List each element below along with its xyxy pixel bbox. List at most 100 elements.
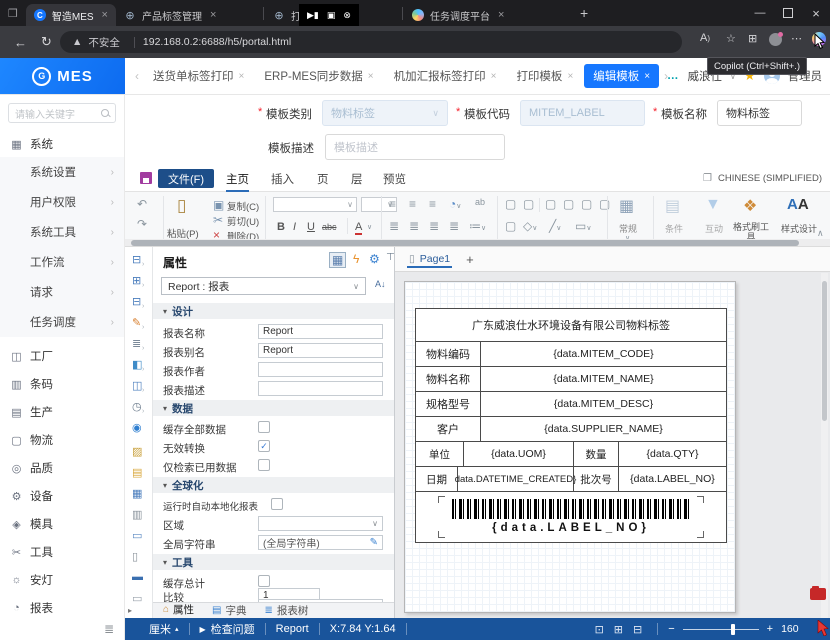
app-logo[interactable]: G MES	[0, 58, 125, 94]
mute-icon[interactable]: ⊗	[343, 10, 351, 21]
browser-profile-avatar[interactable]	[769, 33, 782, 46]
section-design[interactable]: ▾设计	[153, 303, 394, 319]
align-bottom-icon[interactable]: ≡	[429, 197, 436, 211]
global-strings-input[interactable]: (全局字符串)✎	[258, 535, 383, 550]
label-row-date-batch[interactable]: 日期 data.DATETIME_CREATED} 批次号 {data.LABE…	[416, 466, 726, 491]
tab-close-icon[interactable]: ×	[491, 71, 497, 82]
zoom-slider-thumb[interactable]	[731, 624, 735, 635]
retrieve-only-checkbox[interactable]	[258, 459, 270, 471]
cache-all-data-checkbox[interactable]	[258, 421, 270, 433]
section-tools[interactable]: ▾工具	[153, 554, 394, 570]
component-selector[interactable]: Report : 报表 ∨	[161, 277, 366, 295]
sidebar-item-production[interactable]: ▤生产	[0, 399, 124, 425]
ribbon-collapse-icon[interactable]: ∧	[817, 228, 824, 239]
tab-close-icon[interactable]: ×	[368, 71, 374, 82]
style-design-label[interactable]: 样式设计	[777, 224, 821, 234]
barcode-component[interactable]: {data.LABEL_NO}	[416, 491, 726, 542]
sidebar-item-factory[interactable]: ◫工厂	[0, 343, 124, 369]
label-row-unit-qty[interactable]: 单位 {data.UOM} 数量 {data.QTY}	[416, 441, 726, 466]
toolbox-gauge-icon[interactable]: ◷›	[132, 400, 142, 413]
chevron-down-icon[interactable]: ∨	[367, 223, 372, 231]
interaction-icon[interactable]: ▼	[705, 196, 721, 214]
border-all-icon[interactable]: ▢	[523, 197, 534, 211]
recorder-panel-icon[interactable]	[810, 586, 826, 600]
skip-media-icon[interactable]: ▶▮	[307, 10, 319, 21]
sidebar-item-quality[interactable]: ◎品质	[0, 455, 124, 481]
view-mode-continuous-icon[interactable]: ⊞	[614, 623, 623, 636]
gear-icon[interactable]: ⚙	[369, 252, 380, 266]
interaction-label[interactable]: 互动	[697, 224, 731, 234]
sidebar-item-andon[interactable]: ☼安灯	[0, 567, 124, 593]
collections-icon[interactable]: ⊞	[748, 32, 757, 45]
undo-icon[interactable]: ↶	[137, 197, 147, 211]
sidebar-item-logistics[interactable]: ▢物流	[0, 427, 124, 453]
align-center-icon[interactable]: ≣	[409, 219, 419, 233]
tab-dictionary[interactable]: ▤字典	[212, 603, 246, 618]
label-title[interactable]: 广东威浪仕水环境设备有限公司物料标签	[416, 309, 726, 341]
refresh-icon[interactable]: ↻	[41, 34, 52, 50]
more-menu-icon[interactable]: …	[667, 70, 680, 82]
toolbox-shape-icon[interactable]: ◧›	[132, 358, 142, 371]
sidebar-group-system[interactable]: ▦ 系统	[0, 131, 124, 157]
align-middle-icon[interactable]: ≡	[409, 197, 416, 211]
section-globalization[interactable]: ▾全球化	[153, 477, 394, 493]
toolbox-panel-icon[interactable]: ▯	[132, 550, 138, 563]
settings-menu-icon[interactable]: ⋯	[791, 32, 802, 45]
tab-insert[interactable]: 插入	[271, 171, 294, 187]
sidebar-item-user-permission[interactable]: 用户权限›	[0, 187, 124, 217]
zoom-in-button[interactable]: +	[767, 623, 773, 635]
label-row-item-name[interactable]: 物料名称 {data.MITEM_NAME}	[416, 366, 726, 391]
rotate-text-icon[interactable]: ◔∨	[449, 197, 461, 211]
strikethrough-button[interactable]: abc	[322, 222, 337, 232]
bold-button[interactable]: B	[277, 221, 285, 233]
pip-icon[interactable]: ▣	[327, 10, 336, 21]
recorder-cursor-icon[interactable]	[817, 620, 830, 636]
file-menu-button[interactable]: 文件(F)	[158, 169, 214, 188]
canvas-vscrollbar-thumb[interactable]	[822, 281, 827, 421]
zoom-slider[interactable]	[683, 629, 759, 630]
read-aloud-icon[interactable]: A)	[700, 32, 710, 44]
toolbox-panel-icon[interactable]: ▭	[132, 529, 142, 542]
browser-tab-mes[interactable]: C 智造MES ×	[26, 4, 116, 26]
toolbox-band-icon[interactable]: ⊟›	[132, 253, 141, 266]
style-design-icon[interactable]: AA	[787, 196, 809, 213]
toolbox-band-icon[interactable]: ▥	[132, 508, 142, 521]
portal-tab-edit-template[interactable]: 编辑模板×	[584, 64, 659, 88]
border-none-icon[interactable]: ▢	[505, 197, 516, 211]
sidebar-item-equipment[interactable]: ⚙设备	[0, 483, 124, 509]
portal-tab-print-template[interactable]: 打印模板×	[507, 64, 582, 88]
restore-button[interactable]	[774, 0, 802, 26]
sidebar-item-system-settings[interactable]: 系统设置›	[0, 157, 124, 187]
report-page[interactable]: 广东威浪仕水环境设备有限公司物料标签 物料编码 {data.MITEM_CODE…	[404, 281, 736, 613]
template-name-input[interactable]: 物料标签	[717, 100, 802, 126]
border-style-icon[interactable]: ▢	[505, 219, 516, 233]
cut-label[interactable]: 剪切(U)	[227, 214, 259, 228]
canvas-vscrollbar[interactable]	[821, 273, 828, 618]
wrap-text-icon[interactable]: ab	[475, 197, 485, 207]
events-icon[interactable]: ϟ	[353, 252, 359, 266]
tab-close-icon[interactable]: ×	[102, 9, 108, 21]
italic-button[interactable]: I	[293, 221, 296, 233]
paste-label[interactable]: 粘贴(P)	[167, 226, 199, 240]
convert-nulls-checkbox[interactable]: ✓	[258, 440, 270, 452]
sidebar-item-request[interactable]: 请求›	[0, 277, 124, 307]
template-desc-input[interactable]: 模板描述	[325, 134, 505, 160]
auto-localize-checkbox[interactable]	[271, 498, 283, 510]
border-right-icon[interactable]: ▢	[599, 197, 610, 211]
text-format-label[interactable]: 常规	[611, 224, 645, 234]
sidebar-item-task-scheduler[interactable]: 任务调度›	[0, 307, 124, 337]
condition-label[interactable]: 条件	[657, 224, 691, 234]
sidebar-search-input[interactable]: 请输入关键字	[8, 103, 116, 123]
border-bottom-icon[interactable]: ▢	[563, 197, 574, 211]
section-data[interactable]: ▾数据	[153, 400, 394, 416]
ribbon-hscrollbar-thumb[interactable]	[131, 240, 799, 246]
portal-tab-delivery-label[interactable]: 送货单标签打印×	[144, 64, 253, 88]
fill-color-icon[interactable]: ◇∨	[523, 219, 537, 233]
tabs-scroll-left-icon[interactable]: ‹	[135, 69, 139, 83]
paste-icon[interactable]: ▯	[177, 196, 186, 216]
tab-close-icon[interactable]: ×	[210, 9, 216, 21]
cut-icon[interactable]: ✂	[213, 213, 223, 227]
sidebar-item-mold[interactable]: ◈模具	[0, 511, 124, 537]
toolbox-more-icon[interactable]: ▸	[128, 606, 132, 615]
toolbox-panel-icon[interactable]: ▭	[132, 592, 142, 605]
